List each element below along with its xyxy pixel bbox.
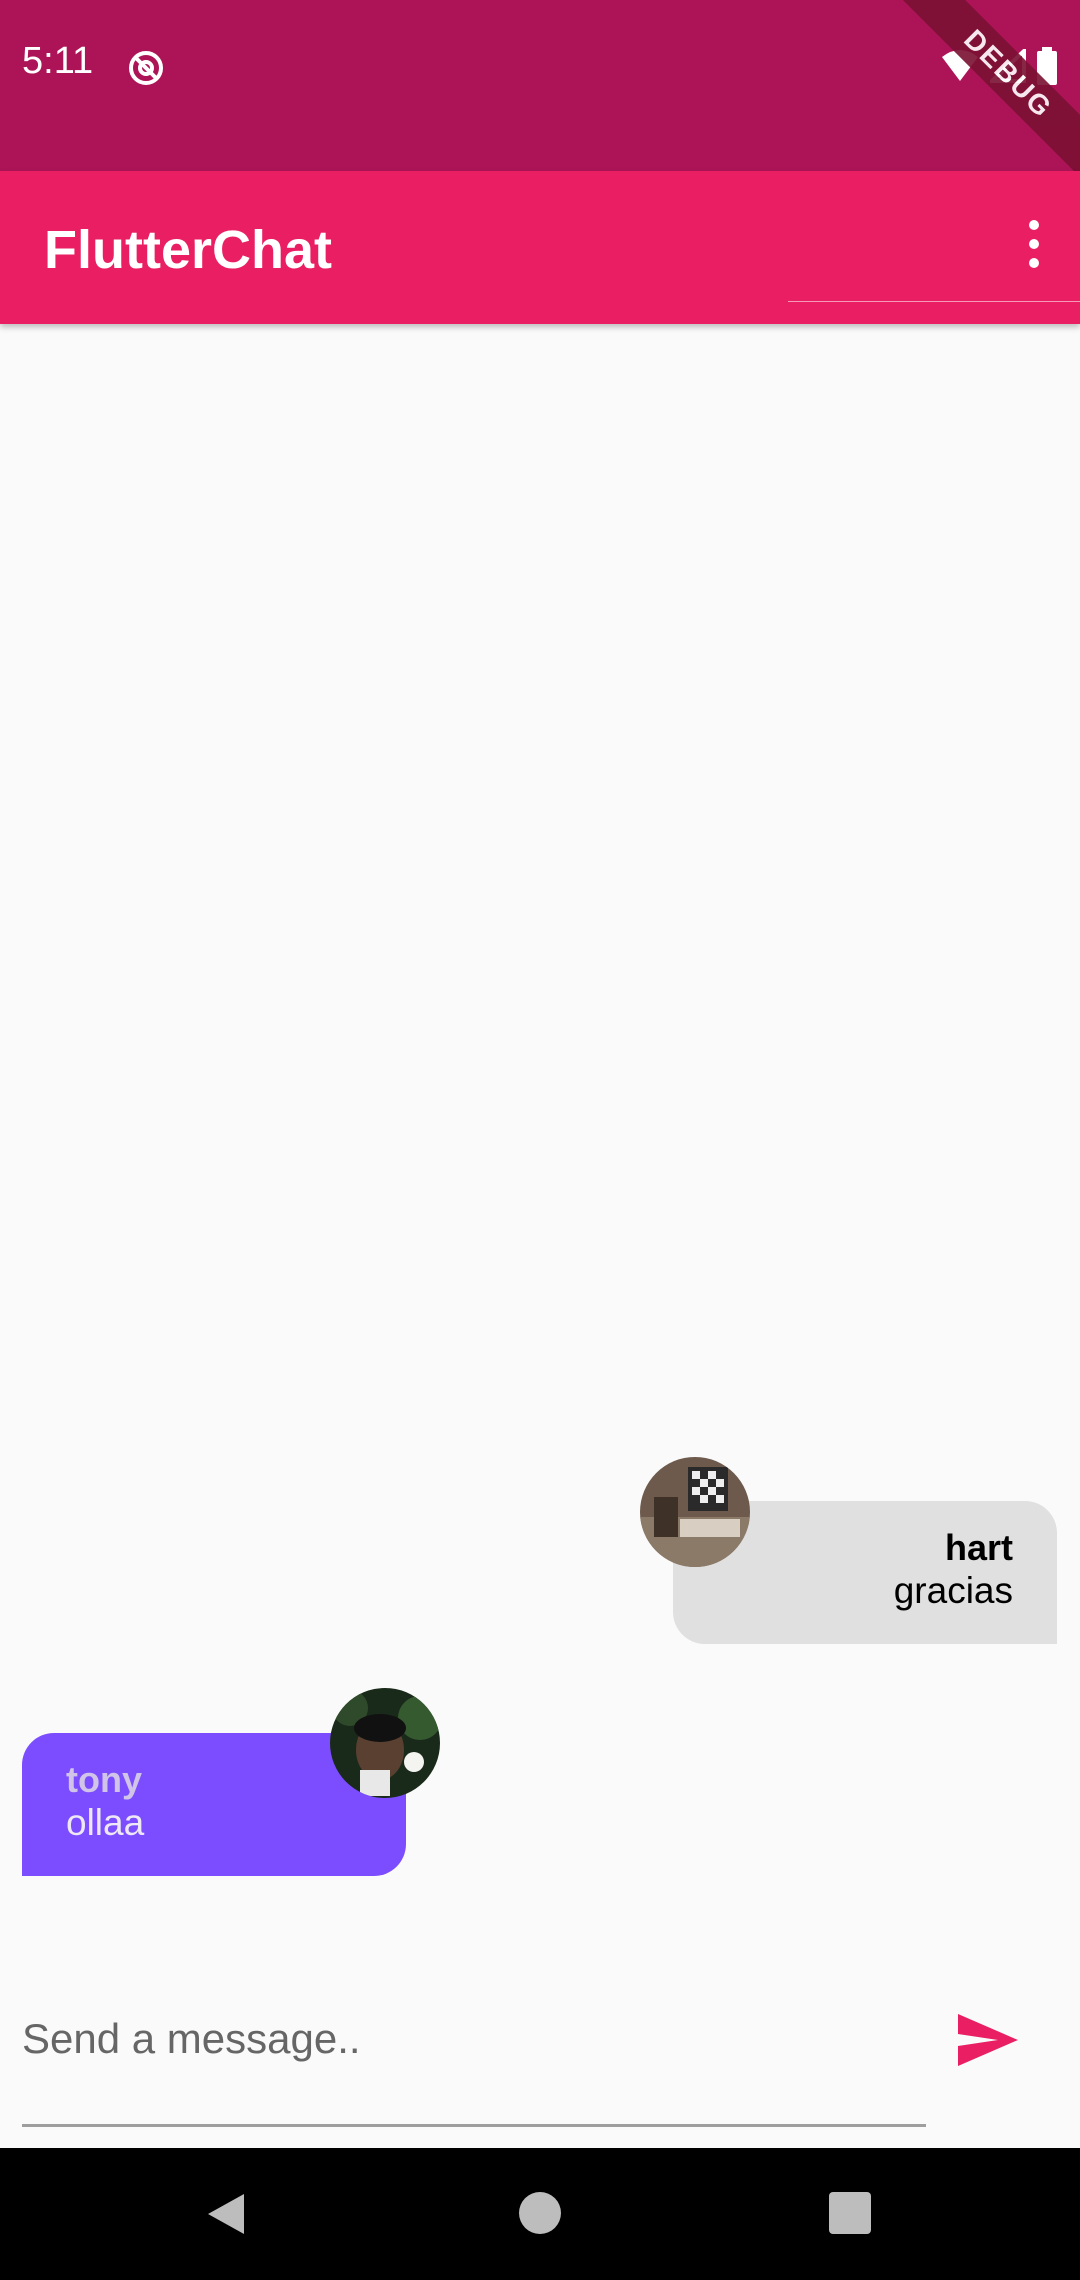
- message-text: gracias: [893, 1570, 1013, 1611]
- status-time: 5:11: [22, 40, 94, 82]
- back-icon[interactable]: [204, 2192, 248, 2241]
- menu-dot: [1029, 220, 1039, 230]
- app-bar-divider: [788, 301, 1080, 302]
- menu-dot: [1029, 239, 1039, 249]
- message-text: ollaa: [66, 1802, 145, 1843]
- app-bar: FlutterChat: [0, 171, 1080, 324]
- system-nav-bar: [0, 2148, 1080, 2280]
- message-composer: [0, 1944, 1080, 2148]
- status-bar: 5:11 DEBUG: [0, 0, 1080, 182]
- more-vert-icon[interactable]: [1000, 199, 1068, 289]
- message-input[interactable]: [22, 2004, 926, 2074]
- input-underline: [22, 2124, 926, 2127]
- menu-dot: [1029, 258, 1039, 268]
- recents-icon[interactable]: [829, 2192, 871, 2234]
- message-list[interactable]: [0, 324, 1080, 1944]
- at-sign-icon: [126, 48, 166, 88]
- app-title: FlutterChat: [44, 220, 332, 280]
- avatar-hart[interactable]: [640, 1457, 750, 1567]
- avatar-tony[interactable]: [330, 1688, 440, 1798]
- send-icon[interactable]: [952, 2004, 1024, 2076]
- home-icon[interactable]: [519, 2192, 561, 2234]
- debug-banner: DEBUG: [900, 0, 1080, 182]
